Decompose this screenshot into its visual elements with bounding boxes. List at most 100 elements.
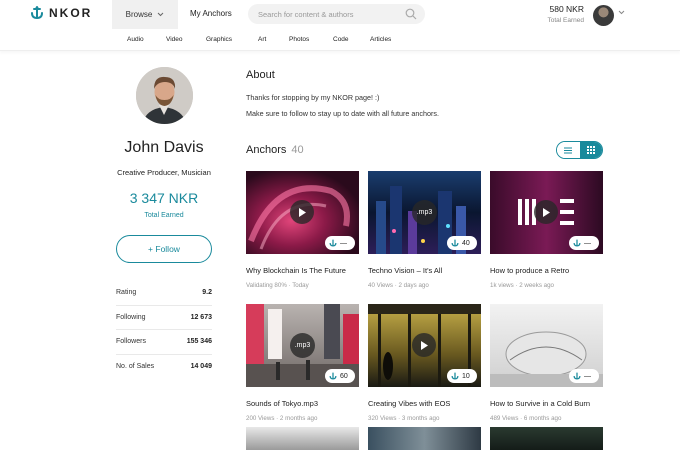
mp3-button[interactable]: .mp3 (290, 333, 315, 358)
anchor-meta: 489 Views · 6 months ago (490, 415, 562, 422)
stat-value: 9.2 (202, 289, 212, 297)
grid-icon (586, 146, 595, 154)
stat-row-sales: No. of Sales 14 049 (116, 355, 212, 380)
badge-count: 60 (340, 372, 348, 380)
stat-row-followers: Followers 155 346 (116, 330, 212, 355)
anchor-thumbnail[interactable] (368, 427, 481, 450)
anchor-icon (451, 239, 459, 247)
category-video[interactable]: Video (166, 36, 183, 43)
anchor-badge: 40 (447, 236, 477, 250)
anchor-thumbnail[interactable]: — (490, 171, 603, 254)
mp3-button[interactable]: .mp3 (412, 200, 437, 225)
stat-value: 12 673 (190, 313, 212, 321)
stat-label: Following (116, 313, 146, 321)
profile-role: Creative Producer, Musician (117, 168, 211, 177)
user-avatar[interactable] (593, 5, 614, 26)
chevron-down-icon (157, 12, 164, 17)
badge-count: 40 (462, 239, 470, 247)
category-graphics[interactable]: Graphics (206, 36, 232, 43)
anchor-icon (573, 239, 581, 247)
logo[interactable]: NKOR (30, 6, 92, 20)
browse-dropdown[interactable]: Browse (112, 0, 178, 29)
balance-summary: 580 NKR Total Earned (548, 4, 585, 24)
balance-label: Total Earned (547, 17, 585, 24)
play-icon (543, 207, 550, 217)
anchor-thumbnail[interactable]: .mp3 40 (368, 171, 481, 254)
play-button[interactable] (534, 200, 558, 224)
follow-button[interactable]: + Follow (116, 235, 212, 263)
badge-count: — (584, 372, 591, 380)
profile-photo (136, 67, 193, 124)
anchor-badge: — (569, 369, 599, 383)
anchors-heading: Anchors 40 (246, 144, 304, 156)
anchor-meta: 200 Views · 2 months ago (246, 415, 318, 422)
anchor-meta: 320 Views · 3 months ago (368, 415, 440, 422)
anchor-badge: — (325, 236, 355, 250)
anchor-thumbnail[interactable] (490, 427, 603, 450)
stat-label: No. of Sales (116, 363, 155, 371)
anchor-badge: 60 (325, 369, 355, 383)
anchor-meta: Validating 80% · Today (246, 282, 309, 289)
badge-count: 10 (462, 372, 470, 380)
anchor-title[interactable]: Why Blockchain Is The Future (246, 266, 346, 275)
stat-row-following: Following 12 673 (116, 306, 212, 330)
badge-count: — (584, 239, 591, 247)
anchor-logo-icon (31, 6, 43, 20)
logo-text: NKOR (49, 6, 93, 20)
browse-label: Browse (125, 10, 153, 19)
top-header: NKOR Browse My Anchors Search for conten… (0, 0, 680, 29)
anchor-thumbnail[interactable]: .mp3 60 (246, 304, 359, 387)
play-icon (299, 207, 306, 217)
category-code[interactable]: Code (333, 36, 349, 43)
anchor-icon (573, 372, 581, 380)
search-input[interactable]: Search for content & authors (248, 4, 425, 24)
profile-stats: Rating 9.2 Following 12 673 Followers 15… (116, 281, 212, 379)
play-icon (421, 340, 428, 350)
profile-earned-label: Total Earned (144, 212, 184, 219)
stat-label: Followers (116, 338, 146, 346)
about-heading: About (246, 69, 275, 81)
chevron-down-icon[interactable] (618, 10, 625, 15)
view-toggle (556, 141, 603, 159)
about-text-line: Thanks for stopping by my NKOR page! :) (246, 93, 380, 102)
anchor-thumbnail[interactable]: — (246, 171, 359, 254)
play-button[interactable] (290, 200, 314, 224)
anchor-icon (329, 239, 337, 247)
anchor-badge: 10 (447, 369, 477, 383)
category-audio[interactable]: Audio (127, 36, 144, 43)
list-view-button[interactable] (557, 142, 580, 158)
anchors-count: 40 (291, 144, 304, 156)
stat-label: Rating (116, 289, 137, 297)
category-photos[interactable]: Photos (289, 36, 309, 43)
category-nav: Audio Video Graphics Art Photos Code Art… (0, 29, 680, 51)
stat-value: 155 346 (186, 338, 212, 346)
anchor-thumbnail[interactable] (246, 427, 359, 450)
badge-count: — (340, 239, 347, 247)
anchors-title: Anchors (246, 144, 287, 156)
search-icon[interactable] (405, 8, 417, 20)
balance-value: 580 NKR (549, 4, 585, 14)
anchor-meta: 40 Views · 2 days ago (368, 282, 429, 289)
anchor-thumbnail[interactable]: 10 (368, 304, 481, 387)
list-icon (564, 147, 573, 153)
profile-avatar (136, 67, 193, 124)
anchor-title[interactable]: Techno Vision – It's All (368, 266, 442, 275)
anchor-title[interactable]: How to Survive in a Cold Burn (490, 399, 590, 408)
category-articles[interactable]: Articles (370, 36, 391, 43)
play-button[interactable] (412, 333, 436, 357)
anchor-icon (451, 372, 459, 380)
category-art[interactable]: Art (258, 36, 266, 43)
anchor-meta: 1k views · 2 weeks ago (490, 282, 554, 289)
profile-earned-value: 3 347 NKR (129, 190, 199, 206)
stat-value: 14 049 (190, 363, 212, 371)
search-placeholder: Search for content & authors (258, 9, 354, 19)
anchor-title[interactable]: Sounds of Tokyo.mp3 (246, 399, 318, 408)
anchor-title[interactable]: How to produce a Retro (490, 266, 569, 275)
grid-view-button[interactable] (579, 142, 602, 158)
stat-row-rating: Rating 9.2 (116, 281, 212, 306)
my-anchors-link[interactable]: My Anchors (190, 9, 232, 18)
anchor-title[interactable]: Creating Vibes with EOS (368, 399, 450, 408)
anchor-icon (329, 372, 337, 380)
anchor-thumbnail[interactable]: — (490, 304, 603, 387)
profile-name: John Davis (124, 139, 204, 156)
